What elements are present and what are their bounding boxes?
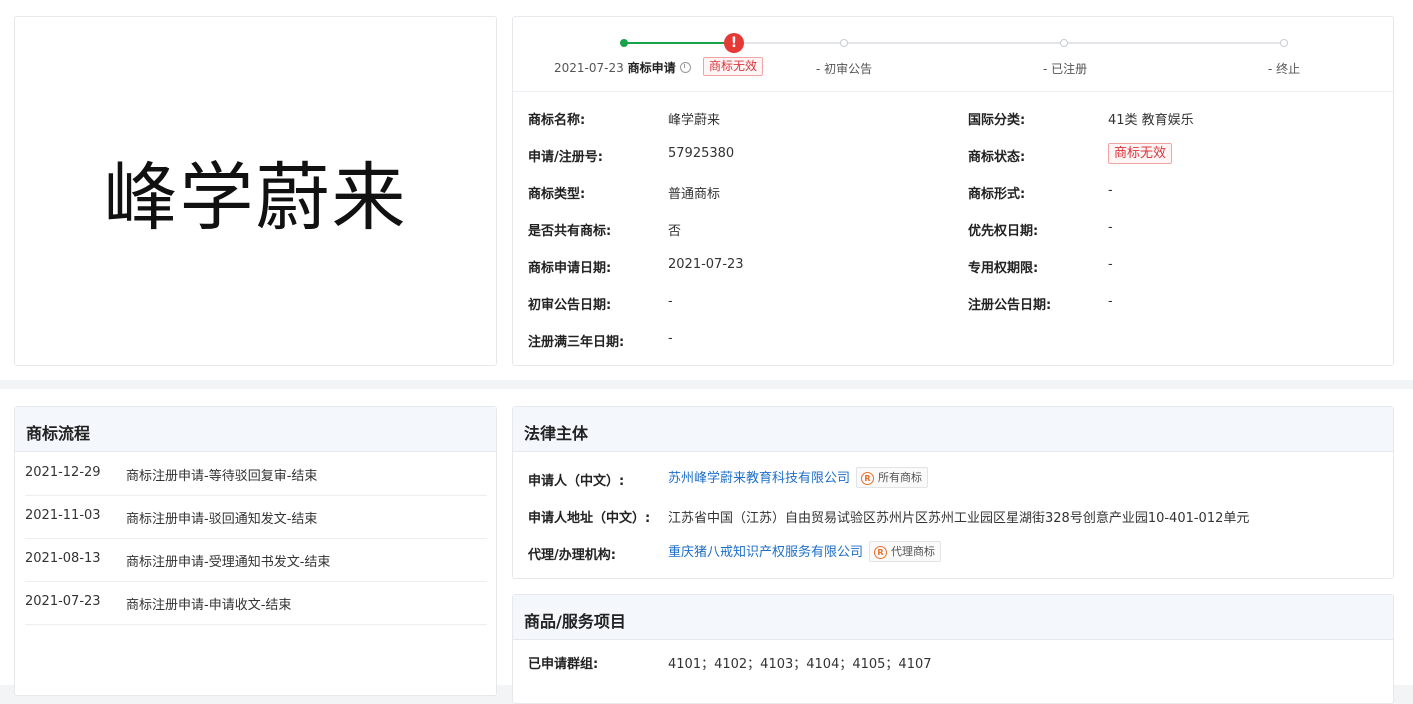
field-label-intl-class: 国际分类: <box>968 113 1026 128</box>
flow-date: 2021-12-29 <box>25 465 101 480</box>
flow-row: 2021-12-29 商标注册申请-等待驳回复审-结束 <box>25 452 487 496</box>
all-trademarks-label: 所有商标 <box>878 471 923 484</box>
warning-icon: ! <box>724 33 744 53</box>
trademark-flow-panel: 商标流程 2021-12-29 商标注册申请-等待驳回复审-结束 2021-11… <box>14 406 497 696</box>
field-label-regno: 申请/注册号: <box>528 150 603 165</box>
legal-title: 法律主体 <box>524 424 589 443</box>
field-label-type: 商标类型: <box>528 187 586 202</box>
field-label-form: 商标形式: <box>968 187 1026 202</box>
flow-header: 商标流程 <box>15 407 496 452</box>
registered-icon: R <box>861 472 875 485</box>
flow-title: 商标流程 <box>26 424 91 443</box>
field-label-prelim-date: 初审公告日期: <box>528 298 612 313</box>
agent-trademarks-label: 代理商标 <box>891 545 936 558</box>
field-label-apply-date: 商标申请日期: <box>528 261 612 276</box>
legal-header: 法律主体 <box>513 407 1393 452</box>
group-label: 已申请群组: <box>528 657 599 672</box>
status-badge-detail: 商标无效 <box>1108 143 1173 164</box>
flow-date: 2021-08-13 <box>25 551 101 566</box>
applicant-link[interactable]: 苏州峰学蔚来教育科技有限公司 <box>668 471 850 486</box>
progress-dot-registered <box>1060 39 1068 47</box>
progress-apply-date: 2021-07-23 <box>554 61 624 75</box>
progress-line-todo <box>734 42 1284 44</box>
progress-dot-terminated <box>1280 39 1288 47</box>
flow-date: 2021-07-23 <box>25 594 101 609</box>
goods-header: 商品/服务项目 <box>513 595 1393 640</box>
progress-status-badge: 商标无效 <box>703 57 764 76</box>
field-label-reg-announce-date: 注册公告日期: <box>968 298 1052 313</box>
goods-title: 商品/服务项目 <box>524 612 626 631</box>
flow-desc: 商标注册申请-驳回通知发文-结束 <box>126 512 318 527</box>
all-trademarks-tag[interactable]: R 所有商标 <box>856 467 929 488</box>
flow-row: 2021-08-13 商标注册申请-受理通知书发文-结束 <box>25 538 487 582</box>
address-value: 江苏省中国（江苏）自由贸易试验区苏州片区苏州工业园区星湖街328号创意产业园10… <box>668 511 1250 526</box>
field-value-apply-date: 2021-07-23 <box>668 257 744 272</box>
progress-label-prelim: - 初审公告 <box>816 62 873 76</box>
agent-link[interactable]: 重庆猪八戒知识产权服务有限公司 <box>668 545 863 560</box>
field-value-reg-announce-date: - <box>1108 294 1113 309</box>
field-value-three-years: - <box>668 331 673 346</box>
field-label-name: 商标名称: <box>528 113 586 128</box>
field-value-type: 普通商标 <box>668 187 721 202</box>
field-value-shared: 否 <box>668 224 682 239</box>
status-badge: 商标无效 <box>703 57 764 76</box>
field-label-priority-date: 优先权日期: <box>968 224 1039 239</box>
progress-line-done <box>624 42 734 44</box>
goods-services-panel: 商品/服务项目 已申请群组: 4101；4102；4103；4104；4105；… <box>512 594 1394 704</box>
progress-label-registered: - 已注册 <box>1043 62 1088 76</box>
legal-entity-panel: 法律主体 申请人（中文）: 苏州峰学蔚来教育科技有限公司 R 所有商标 申请人地址（… <box>512 406 1394 579</box>
field-value-name: 峰学蔚来 <box>668 113 721 128</box>
field-label-exclusive-term: 专用权期限: <box>968 261 1039 276</box>
flow-desc: 商标注册申请-等待驳回复审-结束 <box>126 469 318 484</box>
history-clock-icon[interactable] <box>679 62 691 73</box>
field-label-status: 商标状态: <box>968 150 1026 165</box>
field-value-intl-class: 41类 教育娱乐 <box>1108 113 1194 128</box>
progress-dot-apply <box>620 39 628 47</box>
progress-apply-label: 商标申请 <box>627 61 676 75</box>
status-progress-bar: ! 2021-07-23 商标申请 商标无效 - 初审公告 - 已注册 - 终止 <box>513 17 1393 92</box>
field-value-regno: 57925380 <box>668 146 735 161</box>
agent-trademarks-tag[interactable]: R 代理商标 <box>869 541 942 562</box>
flow-desc: 商标注册申请-受理通知书发文-结束 <box>126 555 331 570</box>
field-label-three-years: 注册满三年日期: <box>528 335 625 350</box>
group-value: 4101；4102；4103；4104；4105；4107 <box>668 657 932 672</box>
registered-icon: R <box>874 546 888 559</box>
trademark-image-text: 峰学蔚来 <box>103 154 408 241</box>
agent-value: 重庆猪八戒知识产权服务有限公司 R 代理商标 <box>668 541 942 562</box>
flow-date: 2021-11-03 <box>25 508 101 523</box>
address-label: 申请人地址（中文）: <box>528 511 651 526</box>
progress-label-terminated: - 终止 <box>1268 62 1301 76</box>
applicant-value: 苏州峰学蔚来教育科技有限公司 R 所有商标 <box>668 467 929 488</box>
field-value-status: 商标无效 <box>1108 143 1173 164</box>
field-value-prelim-date: - <box>668 294 673 309</box>
applicant-label: 申请人（中文）: <box>528 474 625 489</box>
flow-desc: 商标注册申请-申请收文-结束 <box>126 598 292 613</box>
field-value-form: - <box>1108 183 1113 198</box>
flow-row: 2021-07-23 商标注册申请-申请收文-结束 <box>25 581 487 625</box>
trademark-image-panel: 峰学蔚来 <box>14 16 497 366</box>
field-value-priority-date: - <box>1108 220 1113 235</box>
progress-label-apply: 2021-07-23 商标申请 <box>554 59 691 76</box>
agent-label: 代理/办理机构: <box>528 548 616 563</box>
flow-row: 2021-11-03 商标注册申请-驳回通知发文-结束 <box>25 495 487 539</box>
progress-dot-prelim <box>840 39 848 47</box>
field-value-exclusive-term: - <box>1108 257 1113 272</box>
field-label-shared: 是否共有商标: <box>528 224 612 239</box>
trademark-info-panel: ! 2021-07-23 商标申请 商标无效 - 初审公告 - 已注册 - 终止… <box>512 16 1394 366</box>
